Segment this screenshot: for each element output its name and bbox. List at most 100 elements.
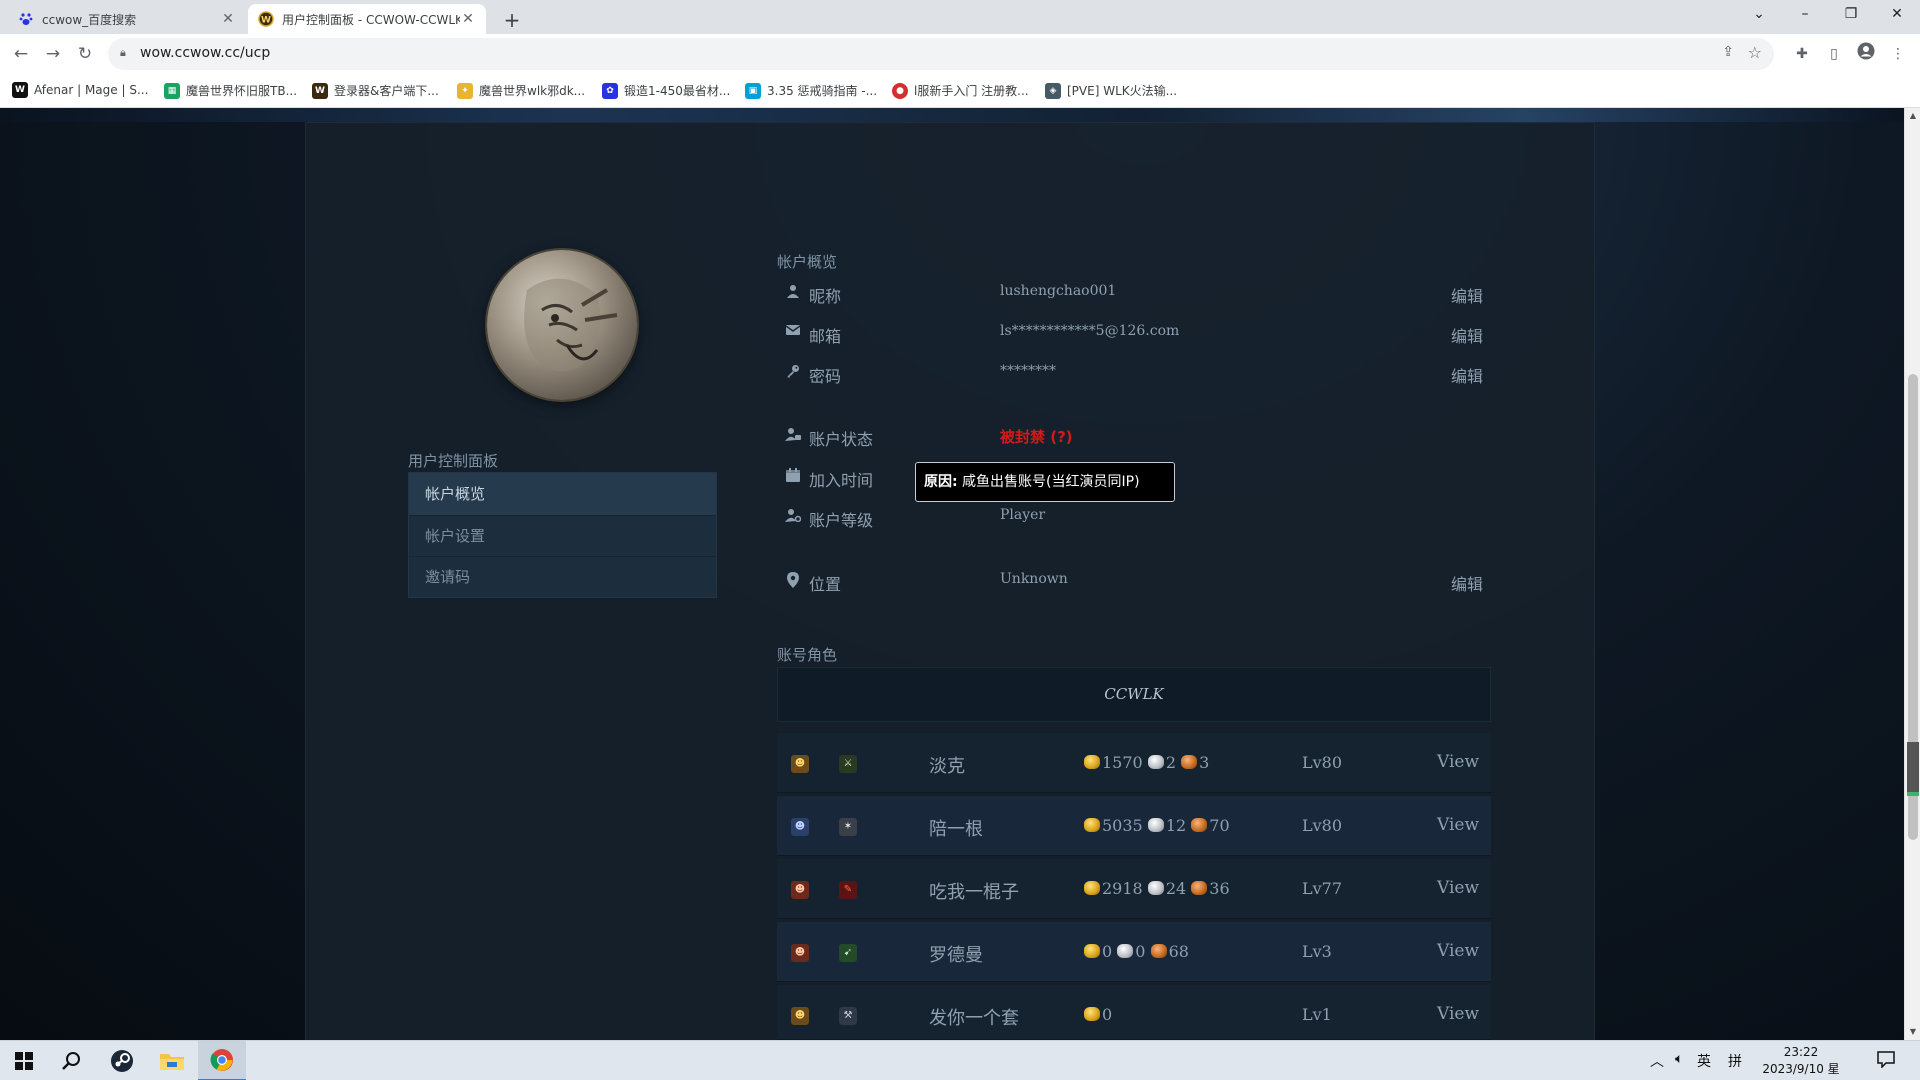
- star-icon[interactable]: ☆: [1748, 43, 1762, 62]
- tray-chevron-up-icon[interactable]: ︿: [1650, 1051, 1664, 1071]
- email-label: 邮箱: [809, 327, 842, 346]
- edit-email-link[interactable]: 编辑: [1451, 323, 1483, 347]
- email-value: ls************5@126.com: [1000, 323, 1180, 339]
- taskbar-clock[interactable]: 23:22 2023/9/10 星期日: [1760, 1044, 1842, 1080]
- nickname-row: 昵称 lushengchao001 编辑: [777, 278, 1491, 308]
- bookmark-item[interactable]: ▣ 3.35 惩戒骑指南 -...: [745, 82, 877, 99]
- join-label: 加入时间: [809, 471, 874, 490]
- menu-icon[interactable]: ⋮: [1886, 42, 1910, 66]
- side-panel-icon[interactable]: ▯: [1822, 42, 1846, 66]
- bookmark-favicon-icon: ▣: [745, 82, 761, 99]
- ime-mode-indicator[interactable]: 拼: [1728, 1051, 1742, 1071]
- edit-password-link[interactable]: 编辑: [1451, 363, 1483, 387]
- reload-button[interactable]: ↻: [72, 41, 98, 67]
- status-row: 账户状态 被封禁 (?): [777, 421, 1491, 451]
- view-character-link[interactable]: View: [1437, 752, 1479, 772]
- ban-reason-tooltip: 原因: 咸鱼出售账号(当红演员同IP): [915, 462, 1175, 502]
- close-window-button[interactable]: ✕: [1874, 0, 1920, 30]
- edit-nickname-link[interactable]: 编辑: [1451, 283, 1483, 307]
- scroll-marker: [1907, 742, 1919, 792]
- user-icon: [785, 284, 801, 300]
- steam-button[interactable]: [98, 1041, 146, 1080]
- overview-title: 帐户概览: [777, 253, 838, 271]
- class-icon: ➹: [839, 944, 857, 962]
- scroll-up-icon[interactable]: ▲: [1905, 108, 1920, 124]
- bookmark-item[interactable]: W 登录器&客户端下...: [312, 82, 439, 99]
- location-row: 位置 Unknown 编辑: [777, 566, 1491, 596]
- profile-icon[interactable]: [1854, 42, 1878, 66]
- close-icon[interactable]: ✕: [460, 11, 476, 27]
- race-icon: ☻: [791, 944, 809, 962]
- edit-location-link[interactable]: 编辑: [1451, 571, 1483, 595]
- ime-language-indicator[interactable]: 英: [1697, 1051, 1711, 1071]
- gold-coin-icon: [1084, 755, 1100, 769]
- bookmark-favicon-icon: ◈: [1045, 82, 1061, 99]
- sidebar-item-overview[interactable]: 帐户概览: [409, 473, 716, 515]
- bookmark-item[interactable]: W Afenar | Mage | S...: [12, 82, 148, 98]
- sidebar-item-settings[interactable]: 帐户设置: [409, 515, 716, 556]
- bookmark-item[interactable]: ◈ [PVE] WLK火法输...: [1045, 82, 1177, 99]
- notification-icon[interactable]: [1877, 1050, 1895, 1072]
- class-icon: ✶: [839, 818, 857, 836]
- browser-toolbar: ← → ↻ 🔒︎ wow.ccwow.cc/ucp ⇪ ☆ ✚ ▯ ⋮: [0, 34, 1920, 74]
- bookmark-item[interactable]: ✿ 锻造1-450最省材...: [602, 82, 730, 99]
- copper-coin-icon: [1191, 818, 1208, 832]
- start-button[interactable]: [0, 1041, 48, 1080]
- extensions-icon[interactable]: ✚: [1790, 42, 1814, 66]
- silver-coin-icon: [1117, 944, 1134, 958]
- view-character-link[interactable]: View: [1437, 878, 1479, 898]
- password-label: 密码: [809, 367, 842, 386]
- windows-logo-icon: [15, 1052, 33, 1070]
- character-level: Lv1: [1302, 1005, 1332, 1024]
- address-bar[interactable]: 🔒︎ wow.ccwow.cc/ucp ⇪ ☆: [108, 38, 1774, 70]
- chevron-down-icon[interactable]: ⌄: [1736, 0, 1782, 30]
- tab-baidu[interactable]: ccwow_百度搜索 ✕: [8, 4, 246, 34]
- bookmark-item[interactable]: ▦ 魔兽世界怀旧服TB...: [164, 82, 297, 99]
- silver-coin-icon: [1147, 755, 1164, 769]
- character-level: Lv3: [1302, 942, 1332, 961]
- page-scrollbar[interactable]: ▲ ▼: [1904, 108, 1920, 1040]
- gold-coin-icon: [1084, 944, 1100, 958]
- close-icon[interactable]: ✕: [220, 11, 236, 27]
- scroll-marker-green: [1907, 792, 1919, 796]
- search-button[interactable]: [48, 1041, 96, 1080]
- envelope-icon: [785, 324, 801, 340]
- email-row: 邮箱 ls************5@126.com 编辑: [777, 318, 1491, 348]
- chrome-icon: [210, 1049, 233, 1071]
- race-icon: ☻: [791, 818, 809, 836]
- status-banned-value[interactable]: 被封禁 (?): [1000, 426, 1073, 447]
- back-button[interactable]: ←: [8, 41, 34, 67]
- character-money: 2918 24 36: [1084, 879, 1230, 898]
- bookmark-item[interactable]: ● l服新手入门 注册教...: [892, 82, 1029, 99]
- view-character-link[interactable]: View: [1437, 941, 1479, 961]
- user-lock-icon: [785, 427, 801, 443]
- hero-banner-strip: [0, 108, 1904, 122]
- character-money: 5035 12 70: [1084, 816, 1230, 835]
- minimize-button[interactable]: –: [1782, 0, 1828, 30]
- nickname-label: 昵称: [809, 287, 842, 306]
- restore-button[interactable]: ❐: [1828, 0, 1874, 30]
- url-text: wow.ccwow.cc/ucp: [140, 45, 271, 61]
- characters-title: 账号角色: [777, 646, 838, 664]
- svg-text:W: W: [261, 16, 271, 26]
- sidebar-item-invite-code[interactable]: 邀请码: [409, 556, 716, 597]
- copper-coin-icon: [1181, 755, 1198, 769]
- character-row: ☻ ⚔ 淡克 1570 2 3 Lv80 View: [777, 733, 1491, 793]
- tooltip-text: 咸鱼出售账号(当红演员同IP): [957, 474, 1140, 490]
- bookmark-item[interactable]: ✦ 魔兽世界wlk邪dk...: [457, 82, 585, 99]
- share-icon[interactable]: ⇪: [1722, 44, 1734, 60]
- new-tab-button[interactable]: +: [498, 6, 526, 34]
- class-icon: ✎: [839, 881, 857, 899]
- bookmark-favicon-icon: ▦: [164, 82, 180, 99]
- chrome-button[interactable]: [198, 1041, 246, 1080]
- view-character-link[interactable]: View: [1437, 1004, 1479, 1024]
- level-value: Player: [1000, 507, 1046, 523]
- bookmark-favicon-icon: ✦: [457, 82, 473, 99]
- volume-icon[interactable]: 🔈︎: [1675, 1051, 1683, 1067]
- forward-button[interactable]: →: [40, 41, 66, 67]
- character-row: ☻ ✶ 陪一根 5035 12 70 Lv80 View: [777, 796, 1491, 856]
- tab-ucp[interactable]: W 用户控制面板 - CCWOW-CCWLK ✕: [248, 4, 486, 34]
- file-explorer-button[interactable]: [148, 1041, 196, 1080]
- view-character-link[interactable]: View: [1437, 815, 1479, 835]
- scroll-down-icon[interactable]: ▼: [1905, 1024, 1920, 1040]
